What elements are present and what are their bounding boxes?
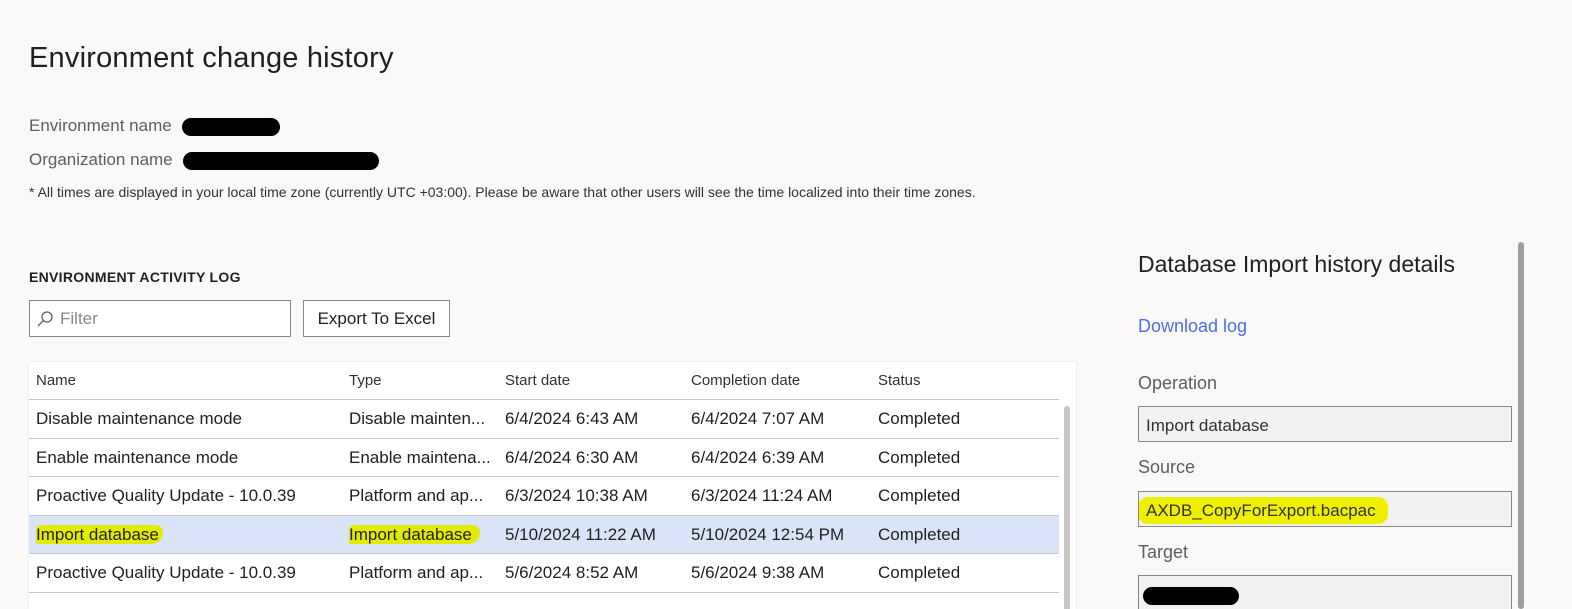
row-type: Import database	[349, 524, 491, 545]
row-status: Completed	[878, 447, 961, 467]
row-status: Completed	[878, 486, 961, 505]
table-row-selected[interactable]: Import database Import database 5/10/202…	[29, 515, 1059, 554]
row-type: Platform and ap...	[349, 563, 484, 582]
row-name: Proactive Quality Update - 10.0.39	[36, 563, 296, 582]
activity-log-grid: Name Type Start date Completion date Sta…	[29, 362, 1076, 609]
column-header-name[interactable]: Name	[36, 372, 336, 389]
row-completion-date: 6/4/2024 7:07 AM	[691, 409, 825, 428]
timezone-note: * All times are displayed in your local …	[29, 184, 976, 200]
search-icon	[30, 310, 60, 328]
export-to-excel-button[interactable]: Export To Excel	[303, 300, 450, 337]
organization-name-row: Organization name	[29, 150, 380, 170]
redacted-organization-name	[183, 151, 380, 170]
row-name: Import database	[36, 524, 336, 545]
table-row[interactable]: Disable maintenance mode Disable mainten…	[29, 400, 1059, 439]
source-field: AXDB_CopyForExport.bacpac	[1138, 491, 1512, 527]
table-row[interactable]: Enable maintenance mode Enable maintena.…	[29, 439, 1059, 477]
row-name: Enable maintenance mode	[36, 447, 239, 467]
row-completion-date: 5/6/2024 9:38 AM	[691, 563, 825, 582]
highlight-mark: AXDB_CopyForExport.bacpac	[1139, 497, 1388, 524]
row-start-date: 5/6/2024 8:52 AM	[505, 563, 639, 582]
grid-scrollbar[interactable]	[1064, 406, 1070, 609]
row-completion-date: 6/4/2024 6:39 AM	[691, 447, 825, 467]
row-start-date: 6/4/2024 6:43 AM	[505, 409, 639, 428]
row-name: Disable maintenance mode	[36, 409, 243, 428]
activity-log-heading: ENVIRONMENT ACTIVITY LOG	[29, 269, 241, 285]
highlight-mark: Import database	[36, 524, 163, 544]
row-completion-date: 5/10/2024 12:54 PM	[691, 524, 845, 544]
row-completion-date: 6/3/2024 11:24 AM	[691, 486, 833, 505]
environment-name-label: Environment name	[29, 116, 172, 135]
source-label: Source	[1138, 457, 1196, 477]
details-scrollbar[interactable]	[1518, 242, 1524, 609]
details-panel-title: Database Import history details	[1138, 251, 1456, 277]
operation-field: Import database	[1138, 406, 1512, 442]
row-start-date: 6/3/2024 10:38 AM	[505, 486, 648, 505]
column-header-start-date[interactable]: Start date	[505, 372, 685, 389]
column-header-completion-date[interactable]: Completion date	[691, 372, 871, 389]
row-type: Disable mainten...	[349, 409, 486, 428]
page-title: Environment change history	[29, 42, 394, 74]
environment-name-row: Environment name	[29, 116, 281, 136]
filter-box[interactable]	[29, 300, 291, 337]
row-name: Proactive Quality Update - 10.0.39	[36, 486, 296, 505]
column-header-status[interactable]: Status	[878, 372, 1038, 389]
row-status: Completed	[878, 524, 961, 544]
table-row[interactable]: Proactive Quality Update - 10.0.39 Platf…	[29, 554, 1059, 593]
operation-label: Operation	[1138, 373, 1218, 393]
organization-name-label: Organization name	[29, 150, 173, 169]
row-start-date: 5/10/2024 11:22 AM	[505, 524, 656, 544]
target-field	[1138, 575, 1512, 609]
table-row[interactable]: Proactive Quality Update - 10.0.39 Platf…	[29, 477, 1059, 516]
download-log-link[interactable]: Download log	[1138, 316, 1247, 337]
target-label: Target	[1138, 542, 1189, 562]
row-type: Enable maintena...	[349, 447, 491, 467]
row-status: Completed	[878, 409, 961, 428]
redacted-target-value	[1143, 587, 1239, 606]
row-type: Platform and ap...	[349, 486, 484, 505]
row-status: Completed	[878, 563, 961, 582]
filter-input[interactable]	[60, 308, 280, 329]
row-start-date: 6/4/2024 6:30 AM	[505, 447, 639, 467]
column-header-type[interactable]: Type	[349, 372, 491, 389]
grid-header: Name Type Start date Completion date Sta…	[29, 362, 1059, 400]
highlight-mark: Import database	[349, 524, 480, 544]
environment-change-history-page: Environment change history Environment n…	[0, 0, 1572, 609]
redacted-environment-name	[182, 117, 281, 136]
